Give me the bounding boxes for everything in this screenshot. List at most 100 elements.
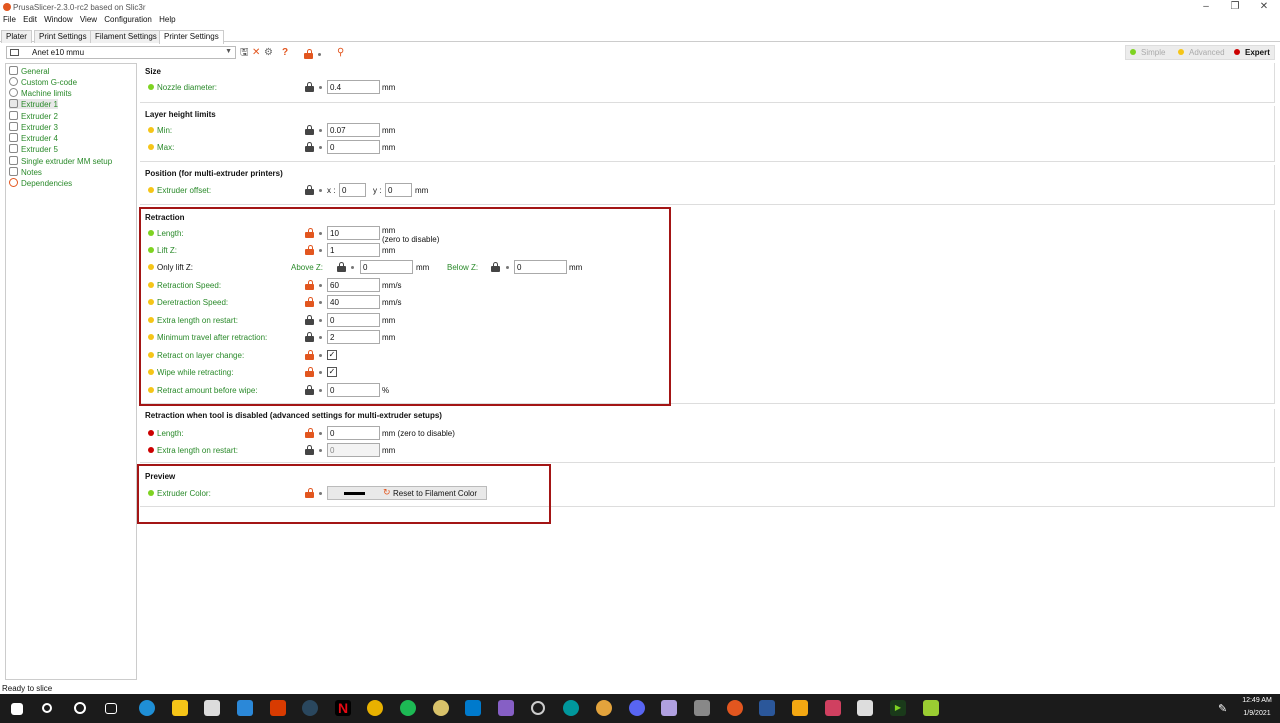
cog-icon [9,77,18,86]
sidebar-item-extruder-3[interactable]: Extruder 3 [9,122,58,132]
windows-taskbar: N ▶ ✎ 12:49 AM 1/9/2021 [0,694,1280,723]
group-size: Size Nozzle diameter: 0.4 mm [140,63,1275,103]
netflix-icon[interactable]: N [335,700,351,716]
task-view-icon[interactable] [105,703,117,714]
sidebar-item-extruder-2[interactable]: Extruder 2 [9,111,58,121]
office-icon[interactable] [270,700,286,716]
bullet-icon [318,53,321,56]
chevron-down-icon: ▼ [225,48,232,55]
tab-printer-settings[interactable]: Printer Settings [159,30,224,44]
settings-page-list: General Custom G-code Machine limits Ext… [5,63,137,680]
bullet-icon [319,189,322,192]
sidebar-item-custom-gcode[interactable]: Custom G-code [9,77,77,87]
windows-start-icon[interactable] [11,703,23,715]
store-icon[interactable] [204,700,220,716]
app-icon[interactable] [596,700,612,716]
lock-icon[interactable] [304,49,313,59]
vscode-icon[interactable] [465,700,481,716]
discord-icon[interactable] [629,700,645,716]
app-icon[interactable] [694,700,710,716]
edge-icon[interactable] [139,700,155,716]
printer-icon [10,49,19,56]
mode-advanced[interactable]: Advanced [1178,48,1225,57]
tool-extra-length-input[interactable]: 0 [327,443,380,457]
prusaslicer-icon[interactable] [727,700,743,716]
menu-window[interactable]: Window [44,15,72,24]
length-label: Length: [148,429,184,438]
sidebar-item-extruder-1[interactable]: Extruder 1 [9,99,58,109]
help-icon[interactable]: ? [282,48,288,58]
offset-x-input[interactable]: 0 [339,183,366,197]
clock-time[interactable]: 12:49 AM [1238,697,1276,704]
search-icon[interactable] [42,703,52,713]
app-icon[interactable] [433,700,449,716]
pen-icon[interactable]: ✎ [1218,702,1227,715]
app-icon [3,3,11,11]
tab-plater[interactable]: Plater [1,30,32,43]
sidebar-item-general[interactable]: General [9,66,49,76]
gear-icon[interactable]: ⚙ [264,48,273,58]
sidebar-item-extruder-5[interactable]: Extruder 5 [9,144,58,154]
sidebar-item-notes[interactable]: Notes [9,167,42,177]
tab-filament-settings[interactable]: Filament Settings [90,30,162,43]
menu-help[interactable]: Help [159,15,175,24]
lock-icon[interactable] [305,82,314,92]
clock-date[interactable]: 1/9/2021 [1238,710,1276,717]
retraction-highlight-box [139,207,671,406]
search-icon[interactable]: ⚲ [337,48,344,58]
sidebar-item-extruder-4[interactable]: Extruder 4 [9,133,58,143]
app-icon[interactable] [923,700,939,716]
minimize-icon[interactable]: – [1196,1,1216,12]
unit-label: mm [382,126,396,135]
group-tool-disabled-retraction: Retraction when tool is disabled (advanc… [140,409,1275,463]
mode-expert[interactable]: Expert [1234,48,1270,57]
menu-view[interactable]: View [80,15,97,24]
delete-icon[interactable]: ✕ [252,48,260,58]
app-icon[interactable] [825,700,841,716]
lock-icon[interactable] [305,185,314,195]
restore-icon[interactable]: ❐ [1225,1,1245,12]
bullet-icon [319,146,322,149]
cortana-icon[interactable] [74,702,86,714]
steam-icon[interactable] [302,700,318,716]
fusion-icon[interactable] [792,700,808,716]
note-icon [9,167,18,176]
tool-length-input[interactable]: 0 [327,426,380,440]
menu-edit[interactable]: Edit [23,15,37,24]
word-icon[interactable] [759,700,775,716]
min-input[interactable]: 0.07 [327,123,380,137]
lock-icon[interactable] [305,125,314,135]
sidebar-item-machine-limits[interactable]: Machine limits [9,88,72,98]
bullet-icon [319,432,322,435]
app-icon[interactable] [661,700,677,716]
arduino-icon[interactable] [563,700,579,716]
offset-y-input[interactable]: 0 [385,183,412,197]
x-label: x : [327,186,336,195]
sidebar-item-single-extruder-mm-setup[interactable]: Single extruder MM setup [9,156,112,166]
mode-simple[interactable]: Simple [1130,48,1165,57]
file-explorer-icon[interactable] [172,700,188,716]
app-icon[interactable] [857,700,873,716]
tab-print-settings[interactable]: Print Settings [34,30,92,43]
max-input[interactable]: 0 [327,140,380,154]
lock-icon[interactable] [305,445,314,455]
menu-file[interactable]: File [3,15,16,24]
spotify-icon[interactable] [400,700,416,716]
close-icon[interactable]: ✕ [1254,1,1274,12]
nvidia-icon[interactable]: ▶ [890,700,906,716]
lock-icon[interactable] [305,142,314,152]
save-icon[interactable]: 🖫 [240,48,249,58]
mode-switch: Simple Advanced Expert [1125,45,1275,60]
obs-icon[interactable] [531,701,545,715]
nozzle-diameter-input[interactable]: 0.4 [327,80,380,94]
unlock-icon[interactable] [305,428,314,438]
mail-icon[interactable] [237,700,253,716]
group-title: Layer height limits [145,110,216,119]
visual-studio-icon[interactable] [498,700,514,716]
funnel-icon [9,122,18,131]
sidebar-item-dependencies[interactable]: Dependencies [9,178,72,188]
printer-preset-select[interactable]: Anet e10 mmu ▼ [6,46,236,59]
min-label: Min: [148,126,172,135]
menu-configuration[interactable]: Configuration [104,15,152,24]
chrome-icon[interactable] [367,700,383,716]
